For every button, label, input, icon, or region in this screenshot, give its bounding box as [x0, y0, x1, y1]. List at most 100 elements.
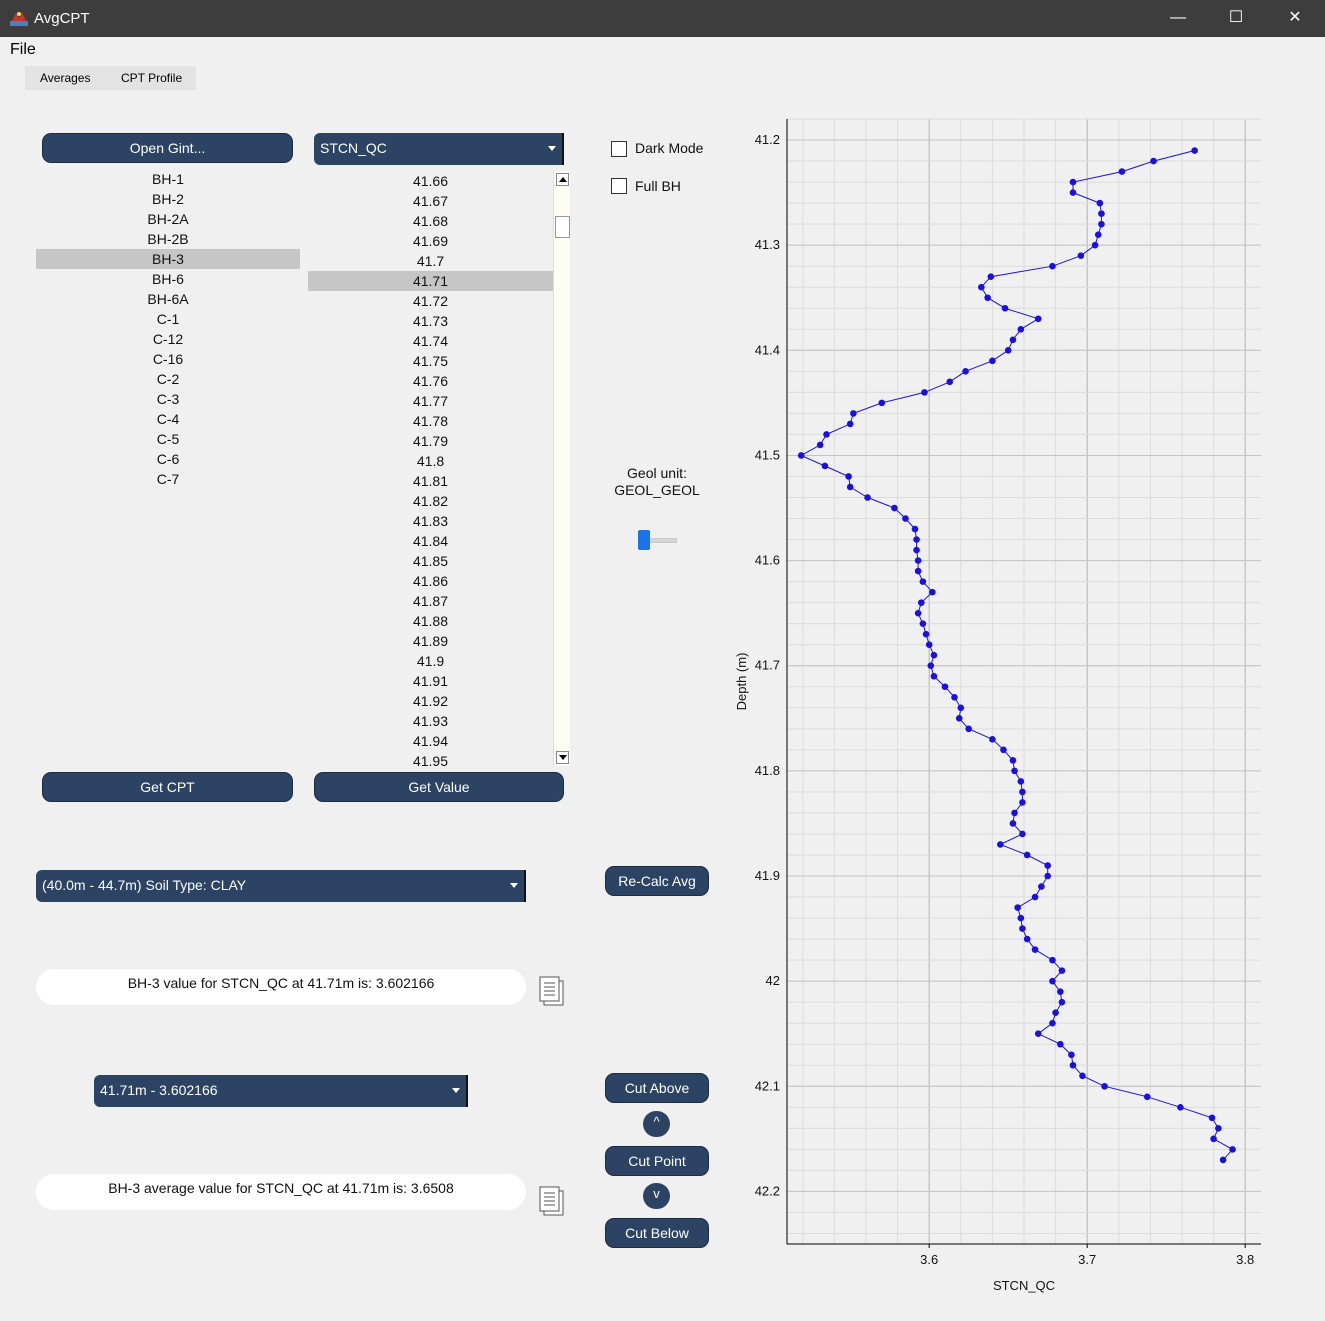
borehole-list-item[interactable]: C-12: [36, 329, 300, 349]
depth-list-item[interactable]: 41.76: [308, 371, 553, 391]
borehole-list-item[interactable]: C-5: [36, 429, 300, 449]
depth-list-item[interactable]: 41.77: [308, 391, 553, 411]
data-point: [1091, 241, 1099, 249]
depth-list-scrollbar[interactable]: [553, 171, 570, 766]
borehole-list-item[interactable]: BH-3: [36, 249, 300, 269]
scroll-thumb[interactable]: [555, 216, 570, 238]
data-point: [1049, 262, 1056, 270]
soil-type-select[interactable]: (40.0m - 44.7m) Soil Type: CLAY: [36, 870, 526, 902]
depth-list-item[interactable]: 41.81: [308, 471, 553, 491]
borehole-list-item[interactable]: BH-6: [36, 269, 300, 289]
depth-list-item[interactable]: 41.74: [308, 331, 553, 351]
depth-list-item[interactable]: 41.72: [308, 291, 553, 311]
depth-list-item[interactable]: 41.8: [308, 451, 553, 471]
full-bh-checkbox[interactable]: [611, 178, 627, 194]
depth-list-item[interactable]: 41.68: [308, 211, 553, 231]
depth-list-item[interactable]: 41.92: [308, 691, 553, 711]
borehole-list-item[interactable]: BH-6A: [36, 289, 300, 309]
move-up-button[interactable]: ^: [643, 1111, 670, 1137]
borehole-list-item[interactable]: C-4: [36, 409, 300, 429]
data-point: [989, 736, 996, 743]
scroll-up-icon[interactable]: [556, 173, 569, 186]
cut-point-select[interactable]: 41.71m - 3.602166: [94, 1075, 468, 1107]
depth-list-item[interactable]: 41.86: [308, 571, 553, 591]
depth-list-item[interactable]: 41.94: [308, 731, 553, 751]
depth-list-item[interactable]: 41.79: [308, 431, 553, 451]
borehole-list-item[interactable]: C-1: [36, 309, 300, 329]
minimize-button[interactable]: —: [1149, 0, 1207, 37]
depth-list-item[interactable]: 41.88: [308, 611, 553, 631]
x-tick-label: 3.6: [920, 1252, 938, 1267]
data-point: [1098, 210, 1105, 217]
data-point: [1034, 315, 1042, 323]
depth-list-item[interactable]: 41.7: [308, 251, 553, 271]
depth-list-item[interactable]: 41.95: [308, 751, 553, 766]
borehole-list-item[interactable]: BH-2B: [36, 229, 300, 249]
depth-list-item[interactable]: 41.71: [308, 271, 553, 291]
depth-list-item[interactable]: 41.69: [308, 231, 553, 251]
data-point: [1094, 231, 1102, 238]
data-point: [941, 683, 949, 691]
get-cpt-button[interactable]: Get CPT: [42, 772, 293, 802]
depth-list-item[interactable]: 41.85: [308, 551, 553, 571]
borehole-list-item[interactable]: BH-2A: [36, 209, 300, 229]
data-point: [965, 725, 972, 733]
close-button[interactable]: ✕: [1266, 0, 1324, 37]
depth-list-item[interactable]: 41.83: [308, 511, 553, 531]
borehole-list-item[interactable]: C-6: [36, 449, 300, 469]
y-tick-label: 42.2: [755, 1183, 780, 1198]
scroll-down-icon[interactable]: [556, 751, 569, 764]
cut-below-button[interactable]: Cut Below: [605, 1218, 709, 1248]
data-point: [1001, 304, 1009, 312]
depth-list-item[interactable]: 41.78: [308, 411, 553, 431]
borehole-list-item[interactable]: C-3: [36, 389, 300, 409]
parameter-select[interactable]: STCN_QC: [314, 133, 564, 165]
depth-list-item[interactable]: 41.9: [308, 651, 553, 671]
data-point: [1009, 757, 1017, 764]
depth-list-item[interactable]: 41.89: [308, 631, 553, 651]
depth-list-item[interactable]: 41.75: [308, 351, 553, 371]
geol-slider-handle[interactable]: [638, 530, 650, 550]
menu-file[interactable]: File: [10, 41, 36, 59]
data-point: [922, 630, 930, 638]
depth-list-item[interactable]: 41.93: [308, 711, 553, 731]
x-tick-label: 3.7: [1078, 1252, 1096, 1267]
data-point: [987, 273, 995, 281]
move-down-button[interactable]: v: [643, 1183, 670, 1209]
copy-icon[interactable]: [539, 1186, 565, 1216]
depth-list-item[interactable]: 41.73: [308, 311, 553, 331]
depth-list-item[interactable]: 41.66: [308, 171, 553, 191]
depth-list-item[interactable]: 41.82: [308, 491, 553, 511]
borehole-list-item[interactable]: C-7: [36, 469, 300, 489]
y-tick-label: 41.9: [755, 868, 780, 883]
depth-list-item[interactable]: 41.84: [308, 531, 553, 551]
depth-list-item[interactable]: 41.91: [308, 671, 553, 691]
data-point: [1101, 1082, 1108, 1090]
open-gint-button[interactable]: Open Gint...: [42, 133, 293, 163]
get-value-button[interactable]: Get Value: [314, 772, 564, 802]
y-tick-label: 41.4: [755, 342, 780, 357]
cut-point-button[interactable]: Cut Point: [605, 1146, 709, 1176]
recalc-avg-button[interactable]: Re-Calc Avg: [605, 866, 709, 896]
data-point: [1229, 1146, 1236, 1153]
depth-list-item[interactable]: 41.67: [308, 191, 553, 211]
maximize-button[interactable]: ☐: [1207, 0, 1265, 37]
parameter-select-value: STCN_QC: [320, 140, 387, 156]
borehole-list-item[interactable]: BH-2: [36, 189, 300, 209]
data-point: [850, 410, 857, 417]
borehole-list-item[interactable]: BH-1: [36, 169, 300, 189]
borehole-list-item[interactable]: C-16: [36, 349, 300, 369]
depth-list-item[interactable]: 41.87: [308, 591, 553, 611]
data-point: [846, 420, 854, 428]
borehole-list[interactable]: BH-1 BH-2 BH-2A BH-2B BH-3 BH-6 BH-6A C-1 C-12 C-…: [36, 169, 300, 489]
chevron-down-icon: [510, 883, 518, 888]
borehole-list-item[interactable]: C-2: [36, 369, 300, 389]
cut-above-button[interactable]: Cut Above: [605, 1073, 709, 1103]
tab-cpt-profile[interactable]: CPT Profile: [121, 71, 182, 85]
depth-list[interactable]: 41.66 41.67 41.68 41.69 41.7 41.71 41.72 41.73 4…: [308, 171, 570, 766]
copy-icon[interactable]: [539, 976, 565, 1006]
dark-mode-checkbox[interactable]: [611, 141, 627, 157]
tab-averages[interactable]: Averages: [40, 71, 90, 85]
data-point: [984, 294, 991, 302]
data-point: [1098, 220, 1105, 228]
